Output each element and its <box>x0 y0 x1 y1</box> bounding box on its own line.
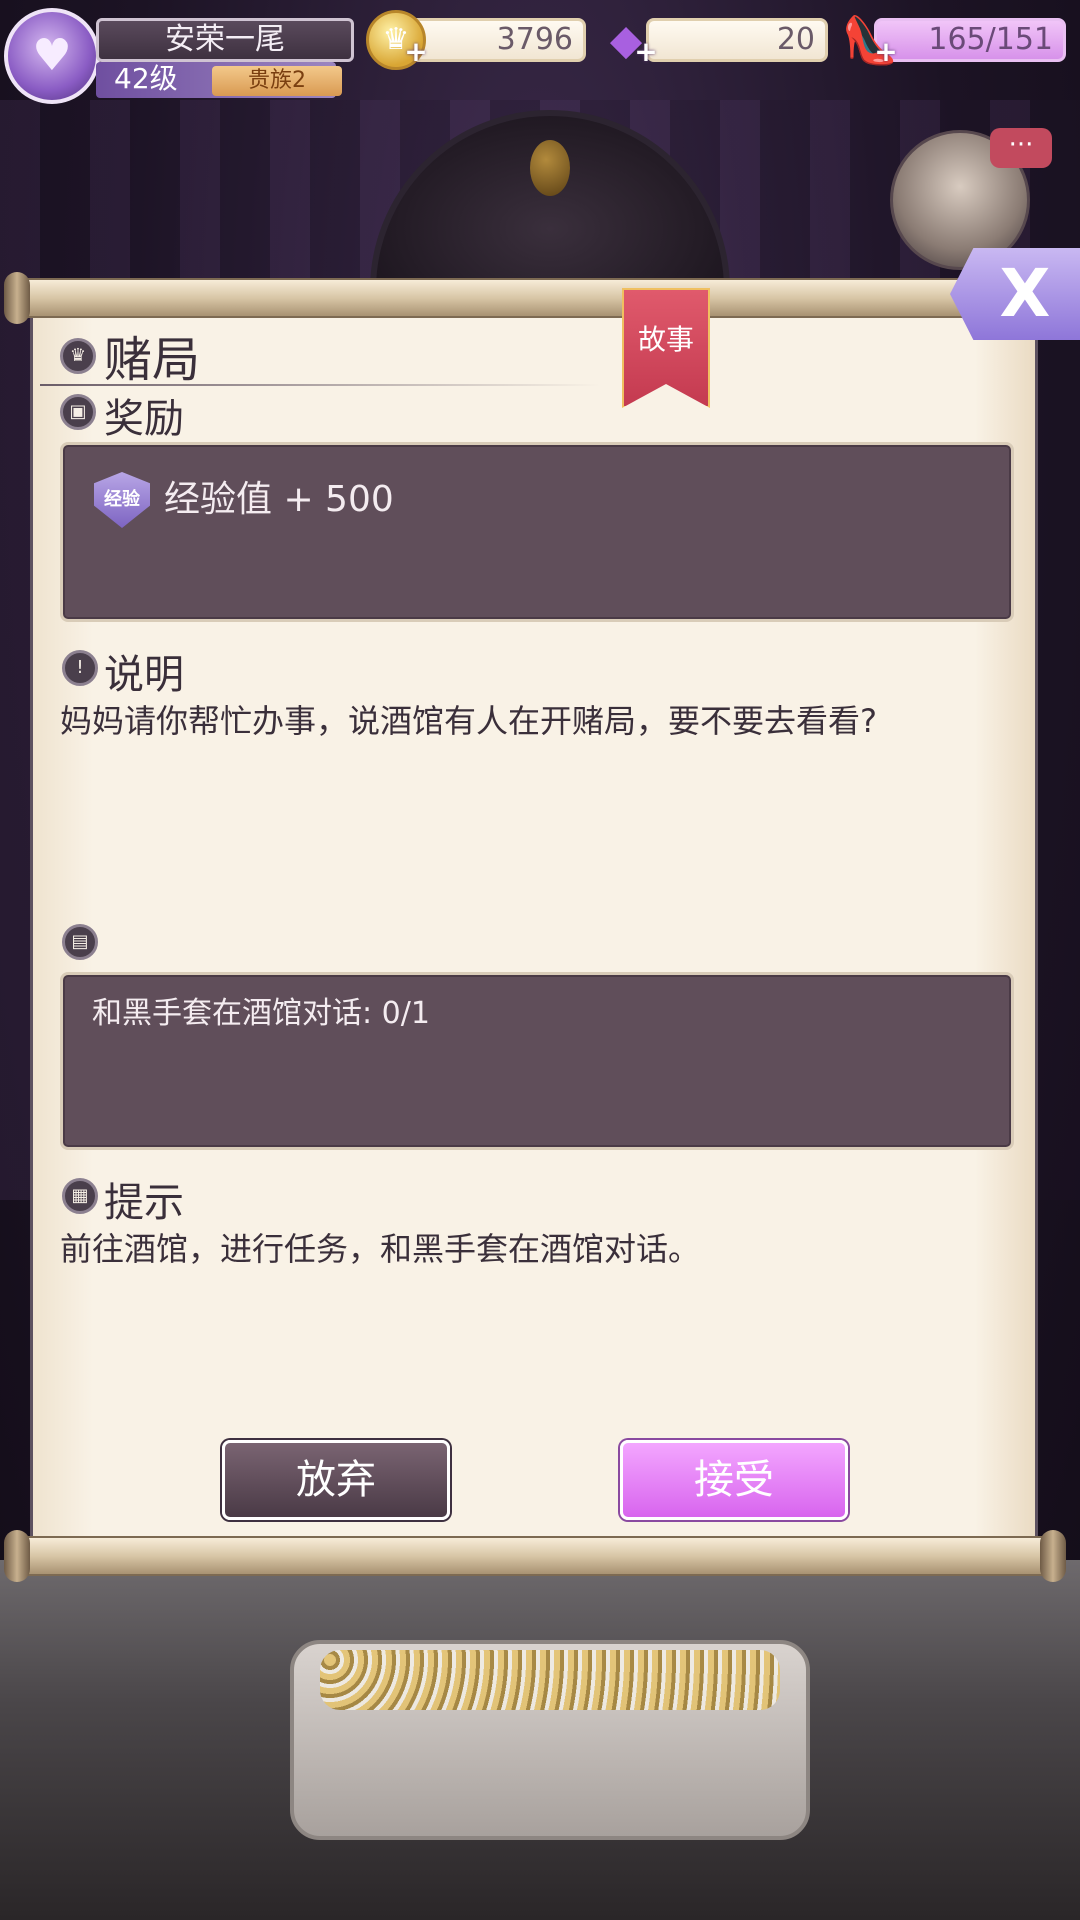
box-icon: ▣ <box>60 394 96 430</box>
add-stamina-button[interactable]: + <box>874 38 898 66</box>
add-gold-button[interactable]: + <box>404 38 428 66</box>
rod-cap <box>4 272 30 324</box>
accept-button[interactable]: 接受 <box>620 1440 848 1520</box>
quest-title: 赌局 <box>104 332 201 388</box>
close-icon: X <box>999 255 1051 332</box>
quest-description: 妈妈请你帮忙办事，说酒馆有人在开赌局，要不要去看看? <box>60 702 877 740</box>
stamina-counter: 165/151 <box>874 18 1066 62</box>
close-button[interactable]: X <box>950 248 1080 340</box>
noble-badge[interactable]: 贵族2 <box>212 66 342 96</box>
reward-box <box>60 442 1014 622</box>
chat-bubble-icon[interactable]: ··· <box>990 128 1052 168</box>
reward-text: 经验值 + 500 <box>164 479 394 520</box>
quest-objective: 和黑手套在酒馆对话: 0/1 <box>92 996 430 1031</box>
description-label: 说明 <box>104 652 184 698</box>
scroll-rod-bottom <box>6 1536 1066 1576</box>
top-hud: ♥ 安荣一尾 42级 贵族2 3796 ♛ + 20 ◆ + 165/151 👠… <box>0 0 1080 110</box>
rod-cap <box>1040 1530 1066 1582</box>
mirror-gem <box>530 140 570 196</box>
note-icon: ▦ <box>62 1178 98 1214</box>
story-ribbon-label: 故事 <box>637 323 694 356</box>
player-name: 安荣一尾 <box>96 18 354 62</box>
player-level: 42级 <box>114 62 178 95</box>
tip-label: 提示 <box>104 1180 184 1226</box>
jewelry <box>320 1650 780 1710</box>
rod-cap <box>4 1530 30 1582</box>
abandon-button[interactable]: 放弃 <box>222 1440 450 1520</box>
add-gem-button[interactable]: + <box>634 38 658 66</box>
book-icon: ▤ <box>62 924 98 960</box>
quest-tip: 前往酒馆，进行任务，和黑手套在酒馆对话。 <box>60 1230 701 1268</box>
gem-counter: 20 <box>646 18 828 62</box>
avatar[interactable]: ♥ <box>4 8 100 104</box>
exclamation-icon: ! <box>62 650 98 686</box>
reward-label: 奖励 <box>104 396 184 442</box>
crown-icon: ♛ <box>60 338 96 374</box>
heart-icon: ♥ <box>32 30 72 81</box>
scroll-rod-top <box>6 278 1066 318</box>
